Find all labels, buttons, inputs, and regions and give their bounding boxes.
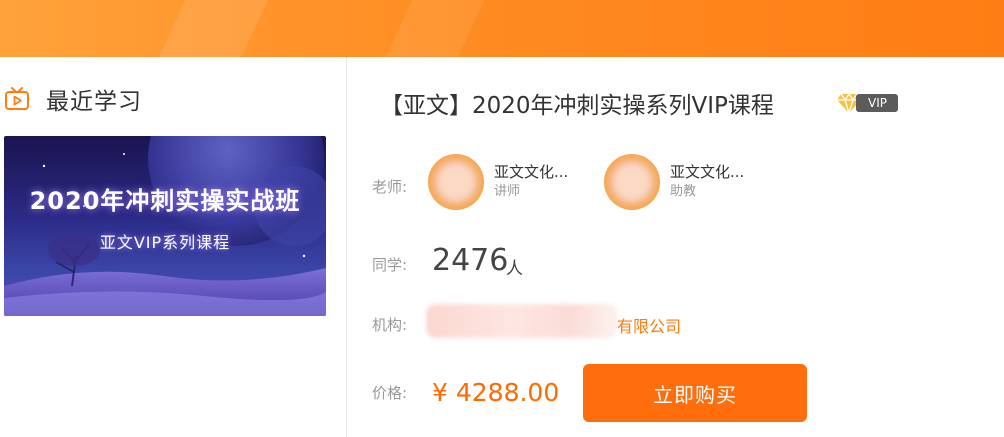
avatar	[604, 154, 660, 210]
price-label: 价格:	[372, 384, 408, 402]
teacher-card-1[interactable]: 亚文文化... 讲师	[428, 154, 568, 210]
teacher-name: 亚文文化...	[670, 163, 745, 181]
panel-divider	[346, 57, 347, 437]
teacher-role: 讲师	[494, 184, 521, 199]
buy-now-button[interactable]: 立即购买	[583, 364, 807, 422]
student-count-unit: 人	[506, 259, 523, 279]
vip-badge-label: VIP	[856, 94, 898, 112]
course-thumbnail[interactable]: 2020年冲刺实操实战班 亚文VIP系列课程	[4, 136, 326, 316]
thumbnail-title: 2020年冲刺实操实战班	[29, 187, 301, 215]
teacher-card-2[interactable]: 亚文文化... 助教	[604, 154, 744, 210]
teacher-label: 老师:	[372, 178, 408, 196]
org-name[interactable]: 有限公司	[617, 313, 681, 337]
students-label: 同学:	[372, 256, 408, 274]
top-banner	[0, 0, 1004, 57]
recent-learning-header: 最近学习	[4, 84, 142, 115]
thumbnail-subtitle: 亚文VIP系列课程	[99, 233, 231, 252]
org-name-redacted	[426, 304, 618, 338]
org-label: 机构:	[372, 316, 408, 334]
recent-learning-title: 最近学习	[46, 89, 142, 115]
course-title[interactable]: 【亚文】2020年冲刺实操系列VIP课程	[380, 86, 774, 120]
thumbnail-background	[4, 136, 326, 316]
vip-badge: VIP	[836, 92, 910, 114]
tv-play-icon	[5, 87, 29, 110]
avatar	[428, 154, 484, 210]
student-count: 2476	[432, 243, 509, 278]
teacher-role: 助教	[670, 184, 697, 199]
price-value: ¥ 4288.00	[432, 378, 560, 407]
teacher-name: 亚文文化...	[494, 163, 569, 181]
